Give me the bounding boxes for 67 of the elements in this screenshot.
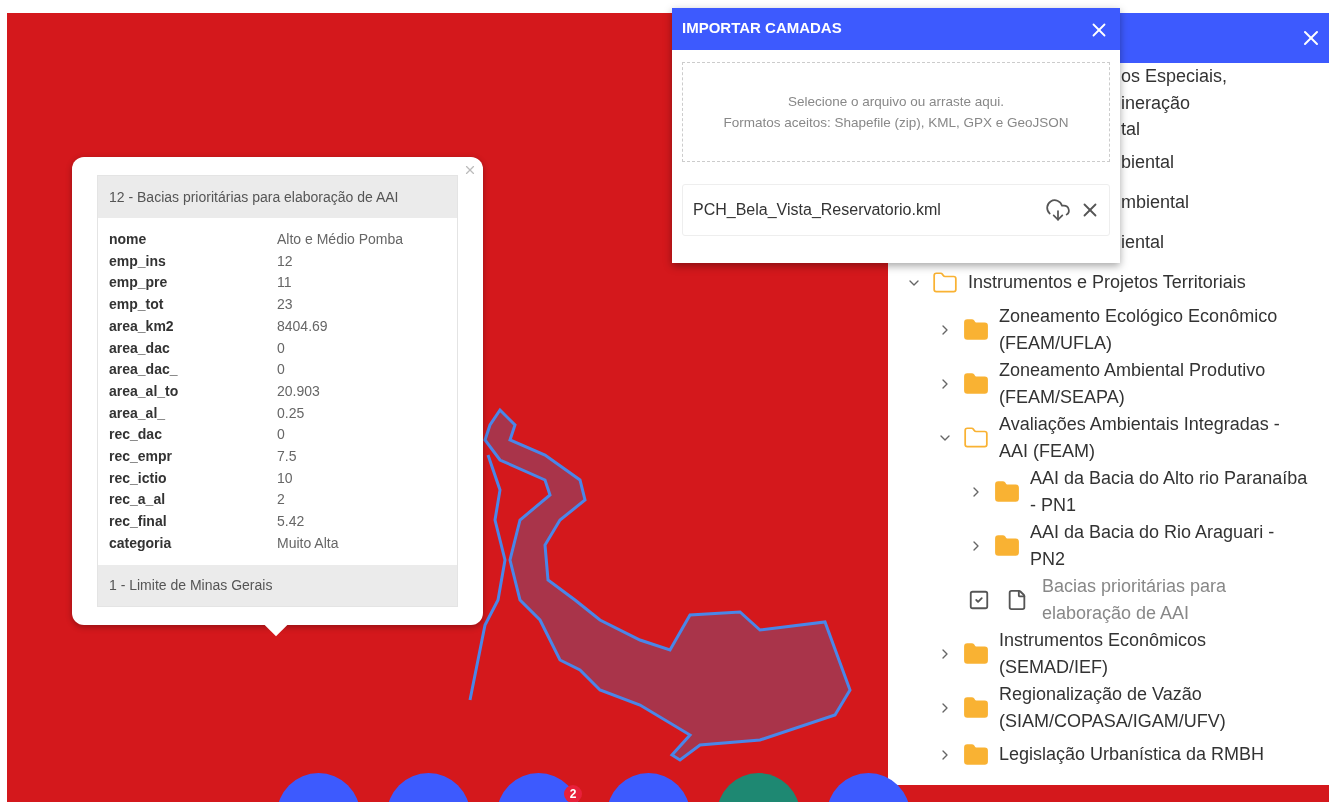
folder-icon: [963, 741, 989, 768]
attribute-value: 0: [277, 338, 286, 358]
attribute-name: emp_tot: [109, 295, 165, 314]
notification-badge: 2: [564, 785, 582, 802]
attribute-name: area_dac_: [109, 360, 179, 379]
attribute-name: emp_ins: [109, 251, 167, 271]
attribute-name: area_km2: [109, 316, 175, 336]
attribute-value: 0.25: [277, 403, 306, 423]
attribute-name: area_dac: [109, 338, 171, 358]
attribute-value: 0: [277, 360, 286, 379]
layer-group-label[interactable]: Zoneamento Ambiental Produtivo (FEAM/SEAPA): [999, 356, 1297, 411]
folder-icon: [963, 640, 989, 667]
layer-group-label[interactable]: Instrumentos Econômicos (SEMAD/IEF): [999, 626, 1297, 681]
layer-group-label[interactable]: Avaliações Ambientais Integradas - AAI (FEAM): [999, 410, 1297, 465]
attribute-value: 5.42: [277, 512, 306, 531]
layer-group-label[interactable]: tal: [1121, 116, 1309, 143]
layer-group-label[interactable]: Zoneamento Ecológico Econômico (FEAM/UFLA): [999, 302, 1297, 357]
popup-layer-title[interactable]: 1 - Limite de Minas Gerais: [98, 564, 457, 606]
layer-group-label[interactable]: ineração: [1121, 89, 1309, 116]
layer-group-label[interactable]: Instrumentos e Projetos Territoriais: [968, 269, 1246, 296]
folder-icon: [963, 694, 989, 721]
layer-group-label[interactable]: iental: [1121, 229, 1309, 256]
popup-title: 12 - Bacias prioritárias para elaboração de AAI: [98, 176, 457, 218]
attribute-name: area_al_: [109, 403, 167, 423]
folder-icon: [963, 370, 989, 397]
attribute-name: rec_ictio: [109, 468, 168, 488]
attribute-name: rec_final: [109, 512, 168, 531]
layer-group-label[interactable]: AAI da Bacia do Alto rio Paranaíba - PN1: [1030, 464, 1309, 519]
layer-group-label[interactable]: biental: [1121, 149, 1309, 176]
attribute-value: 8404.69: [277, 316, 329, 336]
folder-outline-icon: [963, 424, 989, 451]
layer-label[interactable]: Bacias prioritárias para elaboração de AAI: [1042, 572, 1267, 627]
attribute-value: 2: [277, 490, 286, 510]
folder-outline-icon: [932, 269, 958, 296]
attribute-name: rec_dac: [109, 425, 163, 445]
attribute-name: area_al_to: [109, 381, 180, 401]
dropzone-text: Formatos aceitos: Shapefile (zip), KML, GPX e GeoJSON: [723, 115, 1069, 130]
checkbox[interactable]: [968, 588, 990, 611]
attribute-name: rec_empr: [109, 447, 174, 466]
attribute-value: 11: [277, 273, 293, 293]
file-name: PCH_Bela_Vista_Reservatorio.kml: [693, 201, 942, 219]
layer-group-label[interactable]: os Especiais,: [1121, 63, 1309, 90]
layer-group-label[interactable]: mbiental: [1121, 189, 1309, 216]
round-button[interactable]: 2: [497, 773, 580, 802]
attribute-value: Muito Alta: [277, 533, 340, 553]
attribute-name: emp_pre: [109, 273, 169, 293]
attribute-value: 7.5: [277, 447, 298, 466]
attribute-value: 20.903: [277, 381, 321, 401]
attribute-name: nome: [109, 230, 148, 249]
dialog-title: IMPORTAR CAMADAS: [682, 19, 842, 36]
attribute-name: categoria: [109, 533, 173, 553]
folder-icon: [963, 316, 989, 343]
dropzone-text: Selecione o arquivo ou arraste aqui.: [787, 94, 1005, 109]
folder-icon: [994, 532, 1020, 559]
layer-group-label[interactable]: Legislação Urbanística da RMBH: [999, 741, 1265, 768]
attribute-value: 0: [277, 425, 286, 445]
file-icon: [1006, 588, 1028, 611]
folder-icon: [994, 478, 1020, 505]
layer-group-label[interactable]: Regionalização de Vazão (SIAM/COPASA/IGAM/UFV): [999, 680, 1297, 735]
attribute-value: 10: [277, 468, 294, 488]
layer-group-label[interactable]: AAI da Bacia do Rio Araguari - PN2: [1030, 518, 1309, 573]
attribute-value: Alto e Médio Pomba: [277, 230, 405, 249]
file-dropzone[interactable]: Selecione o arquivo ou arraste aqui. Formatos aceitos: Shapefile (zip), KML, GPX e GeoJSON: [682, 62, 1110, 162]
cloud-download-icon[interactable]: [1045, 197, 1071, 223]
attribute-name: rec_a_al: [109, 490, 167, 510]
attribute-value: 12: [277, 251, 294, 271]
attribute-value: 23: [277, 295, 294, 314]
